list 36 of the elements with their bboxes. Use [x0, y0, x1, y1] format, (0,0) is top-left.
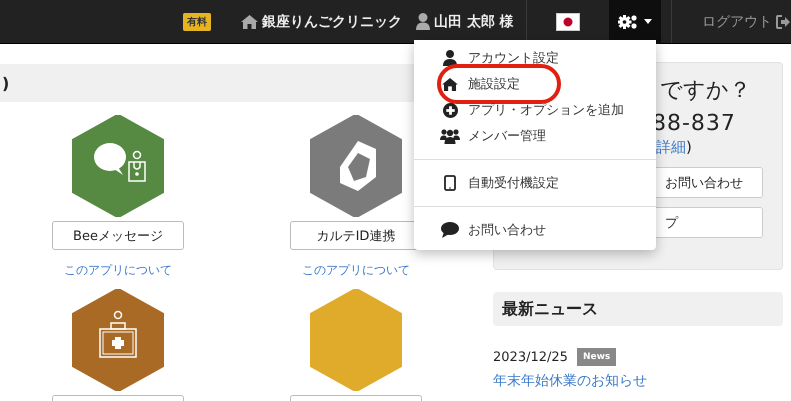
menu-item[interactable]: 自動受付機設定	[414, 170, 656, 196]
group-icon	[440, 128, 460, 144]
user-link[interactable]: 山田 太郎 様	[416, 12, 514, 30]
details-link[interactable]: 詳細	[656, 138, 686, 156]
japan-flag-icon	[556, 14, 579, 30]
sign-out-icon	[776, 14, 791, 28]
gears-icon	[618, 14, 638, 30]
speech-bubble-icon	[441, 222, 459, 238]
menu-item[interactable]: アカウント設定	[414, 45, 656, 71]
support-title: ですか？	[660, 77, 751, 105]
person-icon	[443, 50, 457, 66]
menu-item[interactable]: アプリ・オプションを追加	[414, 97, 656, 123]
user-name: 山田 太郎 様	[434, 12, 514, 30]
news-date: 2023/12/25	[493, 350, 568, 364]
paren-text: )	[686, 138, 692, 156]
header-text: )	[2, 74, 10, 92]
menu-item[interactable]: 施設設定	[414, 71, 656, 97]
news-link[interactable]: 年末年始休業のお知らせ	[493, 372, 647, 390]
news-title: 最新ニュース	[502, 298, 598, 320]
person-icon	[416, 13, 430, 30]
plus-circle-icon	[442, 102, 458, 118]
home-icon	[241, 14, 258, 28]
about-app-link[interactable]: このアプリについて	[302, 262, 410, 279]
app-button[interactable]: Beeメッセージ	[52, 221, 184, 250]
caret-icon	[644, 19, 652, 24]
about-app-link[interactable]: このアプリについて	[64, 262, 172, 279]
app-icon[interactable]	[72, 289, 164, 391]
app-icon[interactable]	[310, 115, 402, 217]
logout-link[interactable]: ログアウト	[702, 12, 791, 30]
home-icon	[442, 78, 458, 90]
tablet-icon	[444, 175, 456, 191]
paid-badge: 有料	[183, 12, 211, 30]
news-tag: News	[576, 348, 616, 366]
menu-item[interactable]: メンバー管理	[414, 123, 656, 149]
settings-button[interactable]	[608, 0, 662, 44]
app-icon[interactable]	[72, 115, 164, 217]
